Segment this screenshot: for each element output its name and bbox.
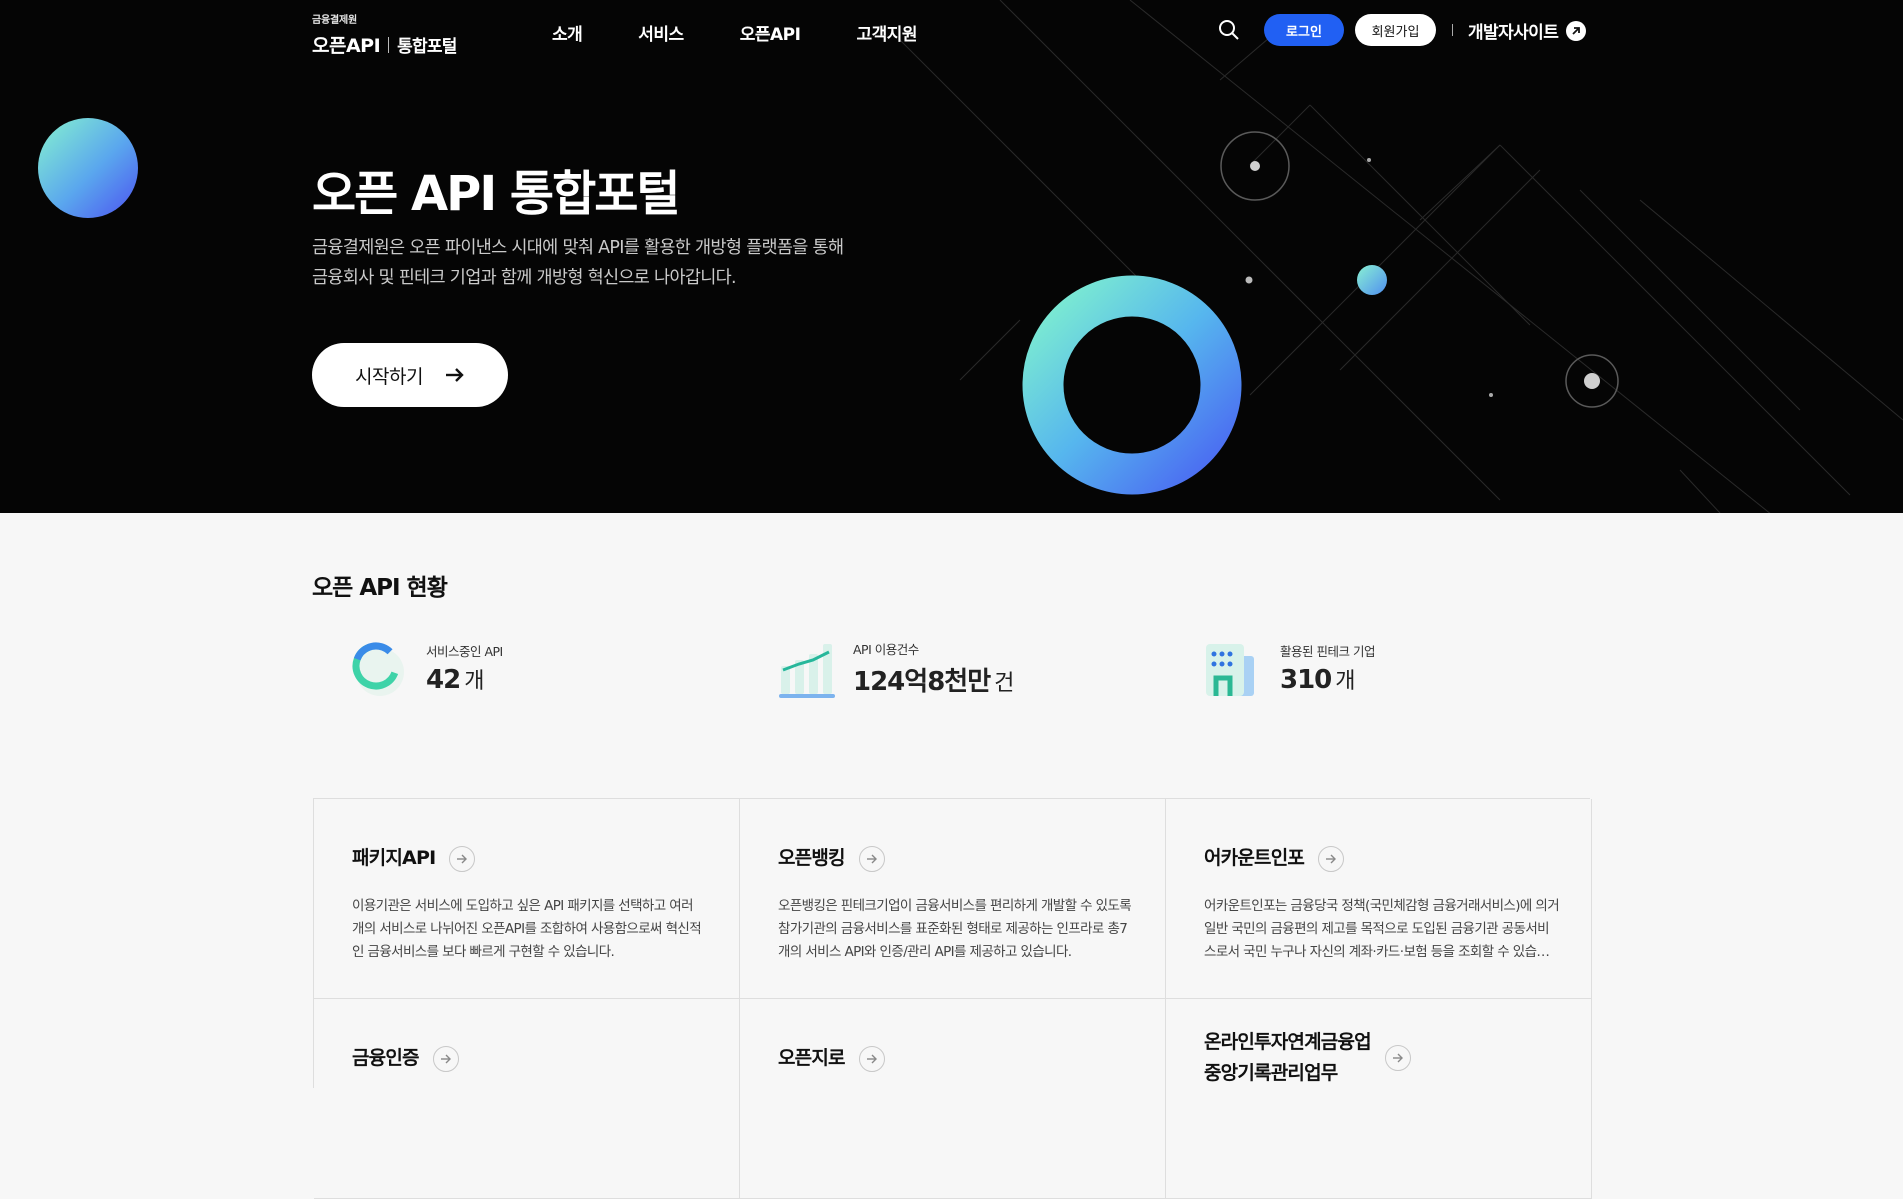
stat-label: API 이용건수 <box>853 641 919 657</box>
card-title: 오픈뱅킹 <box>778 847 846 869</box>
stat-number: 42 <box>426 665 461 695</box>
arrow-right-icon <box>445 368 464 382</box>
stat-number: 310 <box>1280 665 1332 695</box>
logo-portal-text: 통합포털 <box>397 37 457 57</box>
stat-api-usage: API 이용건수 124억8천만 건 <box>773 636 1014 700</box>
circle-arrow-right-icon[interactable] <box>1384 1045 1411 1071</box>
nav-item-service[interactable]: 서비스 <box>638 20 684 45</box>
nav-item-openapi[interactable]: 오픈API <box>740 20 801 45</box>
logo-org-name: 금융결제원 <box>312 15 357 26</box>
card-financial-cert[interactable]: 금융인증 <box>314 999 740 1199</box>
stat-unit: 건 <box>994 670 1014 696</box>
stat-label: 서비스중인 API <box>426 644 503 659</box>
stat-unit: 개 <box>464 669 484 694</box>
developer-site-link[interactable]: 개발자사이트 <box>1468 18 1587 43</box>
circle-arrow-right-icon[interactable] <box>858 1045 885 1072</box>
login-button[interactable]: 로그인 <box>1264 14 1344 46</box>
logo-api-text: 오픈API <box>312 35 381 57</box>
card-title: 오픈지로 <box>778 1047 846 1069</box>
circle-arrow-right-icon[interactable] <box>858 845 885 872</box>
line-chart-icon <box>779 644 835 698</box>
developer-site-label: 개발자사이트 <box>1468 23 1559 43</box>
card-title: 패키지API <box>352 847 436 869</box>
circle-arrow-right-icon[interactable] <box>449 845 476 872</box>
hero-description: 금융결제원은 오픈 파이낸스 시대에 맞춰 API를 활용한 개방형 플랫폼을 … <box>312 233 912 293</box>
logo-divider <box>388 36 390 53</box>
join-button[interactable]: 회원가입 <box>1355 14 1436 46</box>
nav-item-intro[interactable]: 소개 <box>552 20 583 45</box>
main-nav: 소개 서비스 오픈API 고객지원 <box>552 20 973 45</box>
card-open-giro[interactable]: 오픈지로 <box>740 999 1166 1199</box>
card-title: 금융인증 <box>352 1047 420 1069</box>
hero-section: 금융결제원 오픈API 통합포털 소개 서비스 오픈API 고객지원 로그인 회… <box>0 0 1903 513</box>
hero-title: 오픈 API 통합포털 <box>312 166 681 222</box>
donut-chart-icon <box>352 642 404 696</box>
hero-desc-line1: 금융결제원은 오픈 파이낸스 시대에 맞춰 API를 활용한 개방형 플랫폼을 … <box>312 238 844 258</box>
start-button-label: 시작하기 <box>355 365 423 388</box>
nav-item-support[interactable]: 고객지원 <box>856 20 917 45</box>
card-title: 어카운트인포 <box>1204 847 1305 869</box>
hero-decoration <box>38 0 1903 513</box>
service-card-grid: 패키지API 이용기관은 서비스에 도입하고 싶은 API 패키지를 선택하고 … <box>313 798 1592 1199</box>
stat-api-count: 서비스중인 API 42 개 <box>346 636 503 700</box>
circle-arrow-right-icon[interactable] <box>1318 845 1345 872</box>
card-description: 어카운트인포는 금융당국 정책(국민체감형 금융거래서비스)에 의거 일반 국민… <box>1204 898 1560 960</box>
stat-label: 활용된 핀테크 기업 <box>1280 644 1375 659</box>
stat-value: 124억8천만 건 <box>853 661 1014 698</box>
card-open-banking[interactable]: 오픈뱅킹 오픈뱅킹은 핀테크기업이 금융서비스를 편리하게 개발할 수 있도록 … <box>740 799 1166 999</box>
site-logo[interactable]: 금융결제원 오픈API 통합포털 <box>312 11 457 58</box>
stat-value: 42 개 <box>426 663 503 695</box>
hero-desc-line2: 금융회사 및 핀테크 기업과 함께 개방형 혁신으로 나아갑니다. <box>312 268 737 288</box>
building-icon <box>1206 644 1254 696</box>
search-icon[interactable] <box>1217 18 1241 42</box>
stat-number: 124억8천만 <box>853 666 991 697</box>
start-button[interactable]: 시작하기 <box>312 343 508 407</box>
stat-value: 310 개 <box>1280 663 1375 695</box>
card-p2p-central-record[interactable]: 온라인투자연계금융업 중앙기록관리업무 <box>1166 999 1592 1199</box>
card-description: 이용기관은 서비스에 도입하고 싶은 API 패키지를 선택하고 여러 개의 서… <box>352 898 702 960</box>
stats-section-title: 오픈 API 현황 <box>312 575 448 601</box>
external-arrow-icon <box>1566 20 1587 41</box>
card-account-info[interactable]: 어카운트인포 어카운트인포는 금융당국 정책(국민체감형 금융거래서비스)에 의… <box>1166 799 1592 999</box>
header-divider <box>1452 24 1453 36</box>
card-description: 오픈뱅킹은 핀테크기업이 금융서비스를 편리하게 개발할 수 있도록 참가기관의… <box>778 898 1132 960</box>
stat-fintech-count: 활용된 핀테크 기업 310 개 <box>1200 636 1375 700</box>
site-header: 금융결제원 오픈API 통합포털 소개 서비스 오픈API 고객지원 로그인 회… <box>0 0 1903 62</box>
card-package-api[interactable]: 패키지API 이용기관은 서비스에 도입하고 싶은 API 패키지를 선택하고 … <box>314 799 740 999</box>
circle-arrow-right-icon[interactable] <box>432 1045 459 1072</box>
stat-unit: 개 <box>1335 669 1355 694</box>
